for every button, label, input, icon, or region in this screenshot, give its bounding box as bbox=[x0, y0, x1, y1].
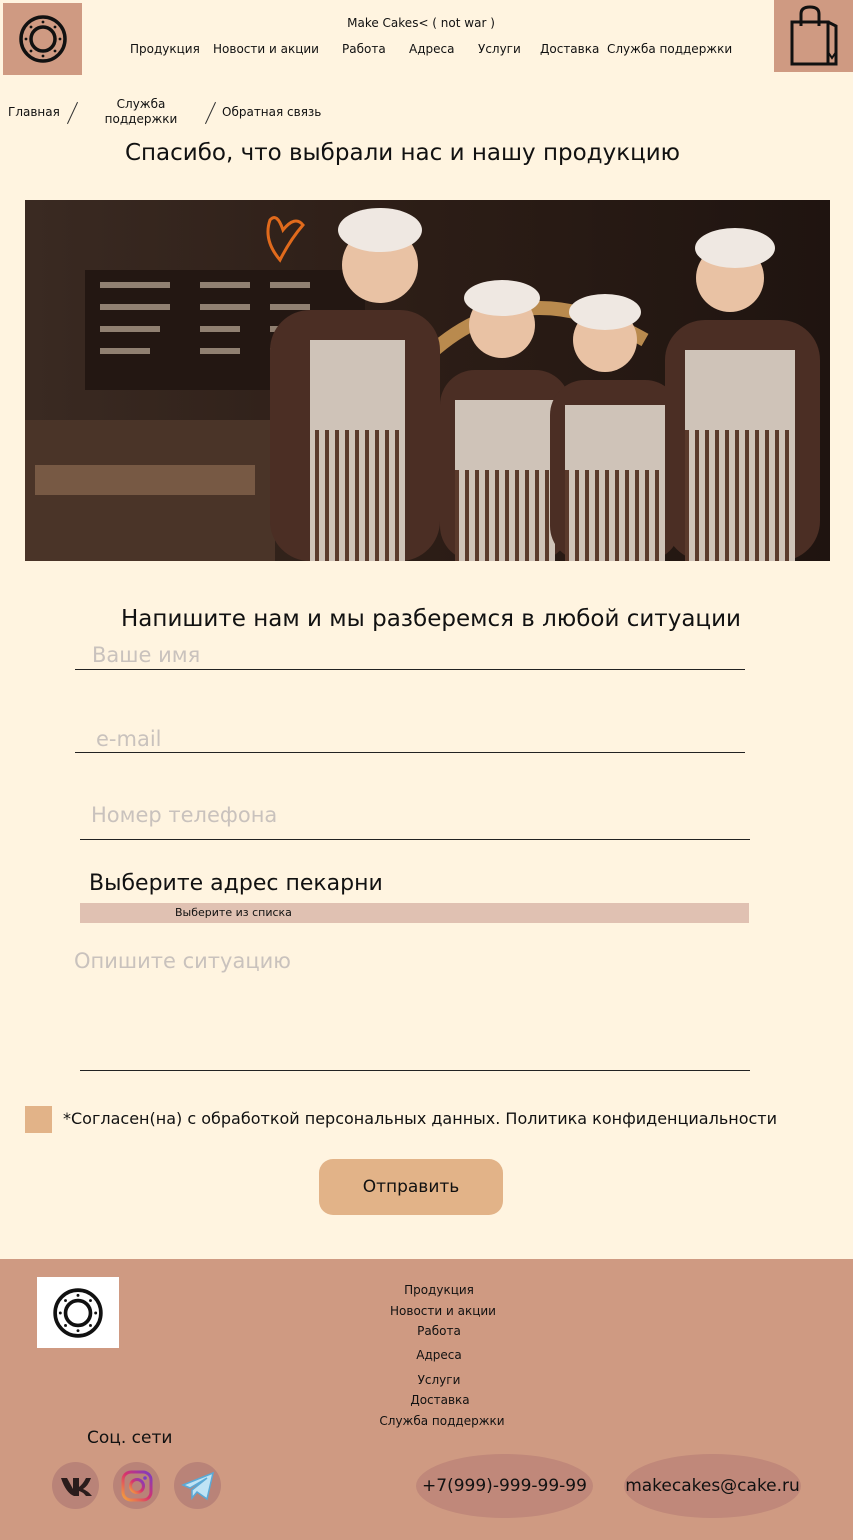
bakery-staff-photo bbox=[25, 200, 830, 561]
footer-link-work[interactable]: Работа bbox=[339, 1324, 539, 1338]
form-title: Напишите нам и мы разберемся в любой сит… bbox=[121, 606, 741, 632]
breadcrumb-separator bbox=[204, 101, 217, 125]
nav-addresses[interactable]: Адреса bbox=[409, 42, 454, 56]
email-input[interactable] bbox=[96, 725, 742, 753]
instagram-button[interactable] bbox=[113, 1462, 160, 1509]
breadcrumb-current: Обратная связь bbox=[222, 105, 322, 119]
situation-underline bbox=[80, 1070, 750, 1071]
footer-email[interactable]: makecakes@cake.ru bbox=[624, 1454, 801, 1518]
nav-products[interactable]: Продукция bbox=[130, 42, 200, 56]
cart-button[interactable] bbox=[774, 0, 853, 72]
vk-button[interactable] bbox=[52, 1462, 99, 1509]
brand-name: Make Cakes< ( not war ) bbox=[347, 16, 495, 30]
situation-textarea[interactable] bbox=[74, 949, 750, 1067]
donut-logo-icon bbox=[53, 1287, 103, 1338]
nav-news[interactable]: Новости и акции bbox=[213, 42, 319, 56]
footer-link-delivery[interactable]: Доставка bbox=[340, 1393, 540, 1407]
footer-link-news[interactable]: Новости и акции bbox=[343, 1304, 543, 1318]
footer-logo[interactable] bbox=[37, 1277, 119, 1348]
footer-phone[interactable]: +7(999)-999-99-99 bbox=[416, 1454, 593, 1518]
nav-delivery[interactable]: Доставка bbox=[540, 42, 599, 56]
address-select-title: Выберите адрес пекарни bbox=[89, 871, 383, 896]
nav-services[interactable]: Услуги bbox=[478, 42, 521, 56]
name-underline bbox=[75, 669, 745, 670]
page-title: Спасибо, что выбрали нас и нашу продукци… bbox=[124, 140, 681, 166]
breadcrumb-support-line1: Служба bbox=[116, 97, 166, 111]
consent-checkbox[interactable] bbox=[25, 1106, 52, 1133]
footer-link-products[interactable]: Продукция bbox=[339, 1283, 539, 1297]
vk-icon bbox=[60, 1477, 92, 1496]
email-underline bbox=[75, 752, 745, 753]
telegram-icon bbox=[180, 1471, 214, 1500]
phone-input[interactable] bbox=[91, 801, 747, 829]
donut-logo-icon bbox=[18, 15, 67, 63]
footer-link-addresses[interactable]: Адреса bbox=[339, 1348, 539, 1362]
breadcrumb-support-line2: поддержки bbox=[104, 112, 178, 126]
instagram-icon bbox=[121, 1470, 152, 1501]
submit-button[interactable]: Отправить bbox=[319, 1159, 503, 1215]
footer-link-support[interactable]: Служба поддержки bbox=[342, 1414, 542, 1428]
breadcrumb-home[interactable]: Главная bbox=[8, 105, 60, 119]
social-title: Соц. сети bbox=[87, 1428, 173, 1448]
footer-link-services[interactable]: Услуги bbox=[339, 1373, 539, 1387]
name-input[interactable] bbox=[92, 641, 742, 669]
address-select-value: Выберите из списка bbox=[175, 906, 292, 919]
breadcrumb-separator bbox=[66, 101, 79, 125]
address-select[interactable]: Выберите из списка bbox=[80, 903, 749, 923]
consent-label: *Согласен(на) с обработкой персональных … bbox=[63, 1109, 778, 1128]
nav-work[interactable]: Работа bbox=[342, 42, 386, 56]
nav-support[interactable]: Служба поддержки bbox=[607, 42, 732, 56]
breadcrumb-support[interactable]: Служба поддержки bbox=[100, 97, 182, 127]
shopping-bag-icon bbox=[790, 5, 837, 66]
phone-underline bbox=[80, 839, 750, 840]
telegram-button[interactable] bbox=[174, 1462, 221, 1509]
logo[interactable] bbox=[3, 3, 82, 75]
